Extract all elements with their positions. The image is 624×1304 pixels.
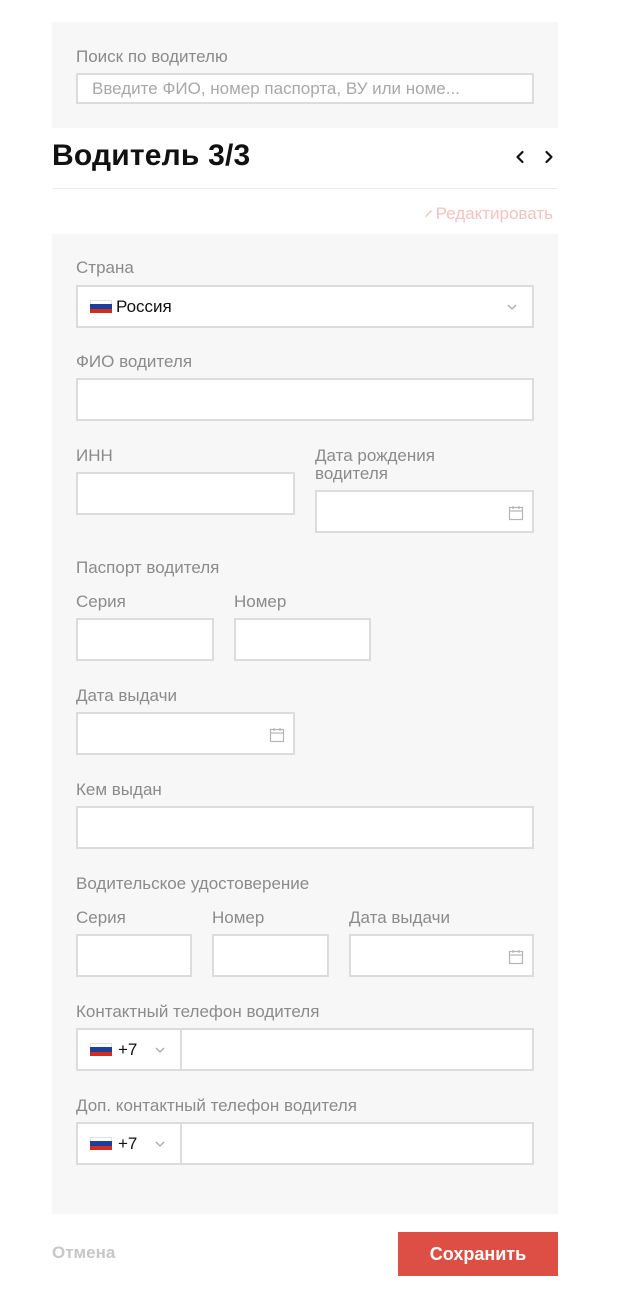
inn-input[interactable] — [78, 474, 293, 513]
license-number-input[interactable] — [214, 936, 327, 975]
passport-issue-date-input[interactable] — [78, 714, 293, 753]
phone-country-code-select[interactable]: +7 — [78, 1030, 182, 1069]
extra-phone-input[interactable] — [182, 1124, 532, 1163]
birth-date-input[interactable] — [317, 492, 532, 531]
license-issue-date-field[interactable] — [349, 934, 534, 977]
driver-search-input[interactable] — [76, 73, 534, 104]
chevron-left-icon — [516, 150, 524, 164]
full-name-field[interactable] — [76, 378, 534, 421]
license-number-field[interactable] — [212, 934, 329, 977]
russia-flag-icon — [90, 1043, 112, 1056]
phone-code: +7 — [118, 1039, 138, 1059]
phone-label: Контактный телефон водителя — [76, 1002, 320, 1021]
edit-link-label: Редактировать — [435, 204, 553, 223]
calendar-icon[interactable] — [508, 505, 524, 521]
extra-phone-label: Доп. контактный телефон водителя — [76, 1096, 357, 1115]
previous-driver-button[interactable] — [509, 144, 531, 170]
full-name-input[interactable] — [78, 380, 532, 419]
license-issue-date-label: Дата выдачи — [349, 908, 450, 927]
passport-issued-by-field[interactable] — [76, 806, 534, 849]
full-name-label: ФИО водителя — [76, 352, 193, 371]
passport-number-input[interactable] — [236, 620, 369, 659]
passport-series-field[interactable] — [76, 618, 214, 661]
country-select[interactable]: Россия — [76, 285, 534, 328]
birth-date-label-line1: Дата рождения — [315, 446, 435, 465]
inn-label: ИНН — [76, 446, 113, 465]
pencil-icon — [424, 210, 432, 218]
passport-number-field[interactable] — [234, 618, 371, 661]
passport-issued-by-input[interactable] — [78, 808, 532, 847]
chevron-down-icon — [155, 1141, 165, 1148]
passport-issue-date-field[interactable] — [76, 712, 295, 755]
license-series-field[interactable] — [76, 934, 192, 977]
phone-input[interactable] — [182, 1030, 532, 1069]
driver-search-panel: Поиск по водителю — [52, 22, 558, 128]
driver-form: Страна Россия ФИО водителя ИНН Дата рожд… — [52, 234, 558, 1214]
chevron-right-icon — [545, 150, 553, 164]
save-button[interactable]: Сохранить — [398, 1232, 558, 1276]
passport-issued-by-label: Кем выдан — [76, 780, 162, 799]
license-section-label: Водительское удостоверение — [76, 874, 310, 893]
passport-number-label: Номер — [234, 592, 287, 611]
birth-date-label-line2: водителя — [315, 464, 388, 483]
country-label: Страна — [76, 258, 134, 277]
next-driver-button[interactable] — [538, 144, 560, 170]
phone-field: +7 — [76, 1028, 534, 1071]
passport-series-label: Серия — [76, 592, 126, 611]
license-number-label: Номер — [212, 908, 265, 927]
cancel-button[interactable]: Отмена — [52, 1243, 115, 1263]
country-value: Россия — [116, 296, 172, 316]
page-title: Водитель 3/3 — [52, 139, 251, 172]
edit-link[interactable]: Редактировать — [424, 204, 553, 224]
passport-series-input[interactable] — [78, 620, 212, 659]
license-issue-date-input[interactable] — [351, 936, 532, 975]
inn-field[interactable] — [76, 472, 295, 515]
extra-phone-country-code-select[interactable]: +7 — [78, 1124, 182, 1163]
birth-date-field[interactable] — [315, 490, 534, 533]
extra-phone-code: +7 — [118, 1133, 138, 1153]
calendar-icon[interactable] — [508, 949, 524, 965]
chevron-down-icon — [155, 1047, 165, 1054]
license-series-label: Серия — [76, 908, 126, 927]
passport-issue-date-label: Дата выдачи — [76, 686, 177, 705]
russia-flag-icon — [90, 1137, 112, 1150]
passport-section-label: Паспорт водителя — [76, 558, 220, 577]
russia-flag-icon — [90, 300, 112, 313]
title-divider — [52, 188, 558, 189]
license-series-input[interactable] — [78, 936, 190, 975]
calendar-icon[interactable] — [269, 727, 285, 743]
search-label: Поиск по водителю — [76, 47, 228, 66]
extra-phone-field: +7 — [76, 1122, 534, 1165]
chevron-down-icon — [507, 304, 517, 311]
